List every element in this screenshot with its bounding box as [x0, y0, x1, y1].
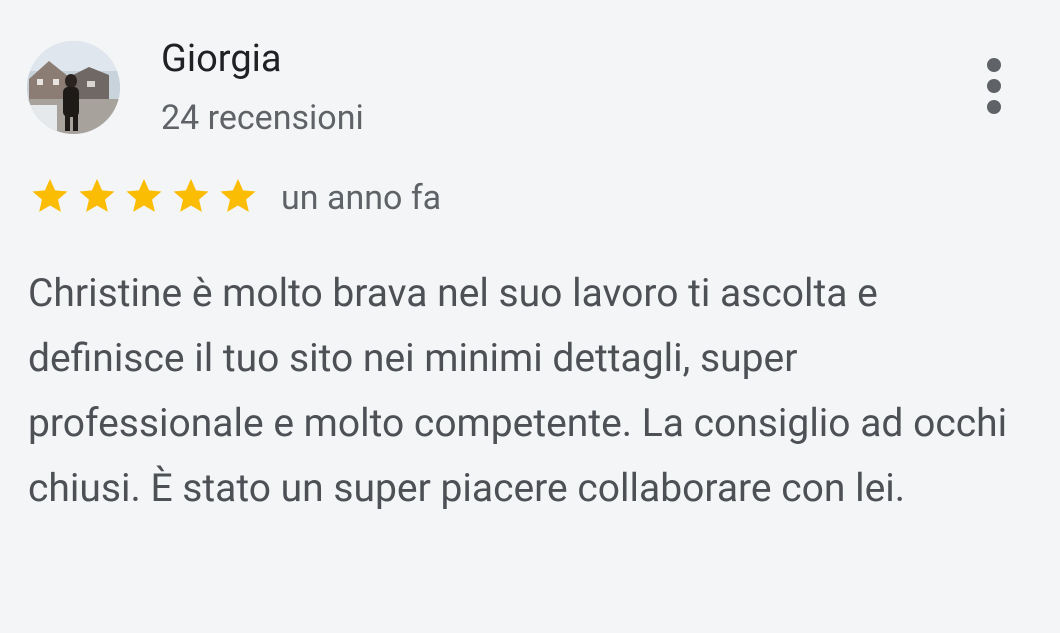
review-count[interactable]: 24 recensioni: [161, 95, 364, 141]
more-vert-icon: [987, 58, 1001, 72]
star-icon: [27, 175, 73, 217]
more-options-button[interactable]: [972, 56, 1016, 116]
review-card: Giorgia 24 recensioni un anno fa Christi…: [0, 0, 1060, 633]
star-icon: [168, 175, 214, 217]
review-text: Christine è molto brava nel suo lavoro t…: [28, 270, 1008, 511]
avatar-photo: [27, 41, 120, 134]
more-vert-icon-dot: [987, 100, 1001, 114]
review-date: un anno fa: [281, 178, 442, 218]
more-vert-icon-dot: [987, 79, 1001, 93]
star-icon: [121, 175, 167, 217]
star-rating: [27, 175, 261, 217]
author-name[interactable]: Giorgia: [161, 34, 282, 84]
star-icon: [215, 175, 261, 217]
avatar[interactable]: [27, 41, 120, 134]
star-icon: [74, 175, 120, 217]
